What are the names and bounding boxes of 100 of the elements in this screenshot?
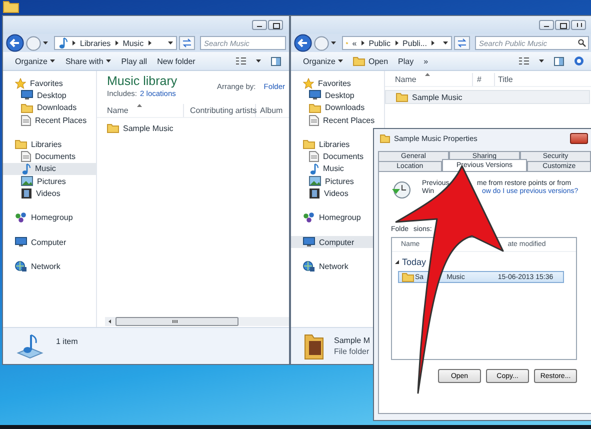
collapse-icon — [395, 260, 399, 264]
monitor-icon — [303, 237, 315, 248]
people-icon — [303, 212, 315, 224]
toolbar-button[interactable]: Play — [398, 56, 414, 66]
nav-item[interactable]: Recent Places — [3, 114, 96, 126]
maximize-button[interactable] — [268, 20, 283, 30]
folder-thumbnail-icon — [304, 332, 324, 360]
nav-item[interactable]: Pictures — [291, 175, 384, 188]
people-icon — [15, 212, 27, 224]
column-header[interactable]: Title — [495, 73, 591, 86]
library-title: Music library — [107, 74, 178, 88]
refresh-button[interactable] — [454, 36, 470, 50]
open-button[interactable]: Open — [353, 56, 388, 66]
toolbar-button[interactable]: New folder — [157, 56, 196, 66]
breadcrumb-link[interactable]: Publi... — [402, 38, 427, 48]
view-options-icon[interactable] — [519, 57, 529, 65]
breadcrumb-overflow[interactable]: « — [352, 38, 357, 48]
chevron-icon — [114, 40, 119, 46]
caret-icon — [168, 41, 173, 45]
caret-icon — [106, 59, 112, 63]
nav-item[interactable]: Favorites — [291, 77, 384, 90]
folder-icon — [107, 123, 119, 133]
folder-icon — [309, 102, 321, 113]
file-row[interactable]: Sample Music — [385, 90, 590, 104]
maximize-button[interactable] — [555, 20, 570, 30]
breadcrumb-link[interactable]: Music — [122, 38, 144, 48]
nav-item[interactable]: Network — [291, 260, 384, 273]
nav-item[interactable]: Homegroup — [3, 212, 96, 224]
document-icon — [21, 151, 31, 162]
folder-icon — [303, 139, 315, 150]
help-icon[interactable] — [574, 56, 584, 66]
minimize-button[interactable] — [252, 20, 267, 30]
nav-item[interactable]: Desktop — [291, 89, 384, 102]
film-icon — [309, 188, 320, 200]
nav-item[interactable]: Desktop — [3, 89, 96, 102]
file-row[interactable]: Sample Music — [97, 121, 289, 135]
nav-item[interactable]: Libraries — [291, 138, 384, 150]
back-button[interactable] — [6, 34, 24, 52]
document-icon — [309, 114, 319, 126]
address-bar[interactable]: « Public Publi... — [342, 36, 452, 50]
horizontal-scrollbar[interactable] — [105, 317, 289, 326]
music-note-icon — [309, 162, 319, 175]
menu-button[interactable]: Share with — [65, 56, 112, 66]
sort-arrow-icon — [425, 73, 430, 76]
forward-button[interactable] — [26, 36, 41, 50]
back-button[interactable] — [294, 34, 312, 52]
group-header: Today — [402, 256, 426, 266]
caret-icon — [256, 59, 261, 63]
chevron-icon — [360, 40, 365, 46]
folder-icon — [402, 272, 414, 282]
music-note-icon — [21, 162, 31, 175]
minimize-button[interactable] — [539, 20, 554, 30]
close-button[interactable] — [571, 20, 586, 30]
search-icon — [578, 39, 586, 47]
folder-icon — [353, 56, 366, 66]
toolbar-button[interactable]: » — [424, 56, 428, 66]
nav-item[interactable]: Favorites — [3, 77, 96, 90]
menu-button[interactable]: Organize — [303, 56, 344, 66]
preview-pane-icon[interactable] — [271, 56, 281, 66]
chevron-icon — [72, 40, 76, 46]
nav-item[interactable]: Pictures — [3, 175, 96, 188]
item-count: 1 item — [56, 337, 78, 346]
toolbar-button[interactable]: Play all — [121, 56, 148, 66]
nav-item[interactable]: Downloads — [291, 102, 384, 114]
caret-icon — [50, 59, 56, 63]
nav-item[interactable]: Computer — [3, 236, 96, 248]
music-library-icon — [16, 333, 44, 359]
caret-icon — [331, 41, 336, 45]
document-icon — [309, 151, 319, 162]
column-header[interactable]: Contributing artists — [184, 104, 256, 117]
preview-pane-icon[interactable] — [554, 56, 564, 66]
nav-item[interactable]: Downloads — [3, 102, 96, 114]
nav-item[interactable]: Videos — [3, 187, 96, 200]
nav-item[interactable]: Network — [3, 260, 96, 273]
view-options-icon[interactable] — [236, 57, 246, 65]
nav-item[interactable]: Music — [3, 162, 96, 176]
nav-item[interactable]: Recent Places — [291, 114, 384, 126]
sort-arrow-icon — [137, 104, 142, 107]
film-icon — [21, 188, 32, 200]
nav-item[interactable]: Videos — [291, 187, 384, 200]
breadcrumb-link[interactable]: Libraries — [80, 38, 111, 48]
nav-item[interactable]: Homegroup — [291, 212, 384, 224]
caret-icon — [443, 41, 448, 45]
folder-icon — [21, 102, 33, 113]
globe-icon — [15, 260, 27, 272]
music-note-icon — [58, 37, 68, 49]
folder-icon — [380, 134, 390, 143]
picture-icon — [309, 176, 321, 186]
caret-icon — [539, 59, 544, 63]
forward-button[interactable] — [314, 36, 329, 50]
caret-icon — [338, 59, 344, 63]
nav-item[interactable]: Libraries — [3, 138, 96, 150]
column-header[interactable]: Album — [256, 104, 289, 117]
nav-item[interactable]: Documents — [3, 150, 96, 163]
address-bar[interactable]: Libraries Music — [54, 36, 177, 50]
breadcrumb-link[interactable]: Public — [368, 38, 391, 48]
star-icon — [303, 78, 314, 89]
column-header[interactable]: # — [473, 73, 495, 86]
menu-button[interactable]: Organize — [15, 56, 56, 66]
refresh-button[interactable] — [179, 36, 195, 50]
